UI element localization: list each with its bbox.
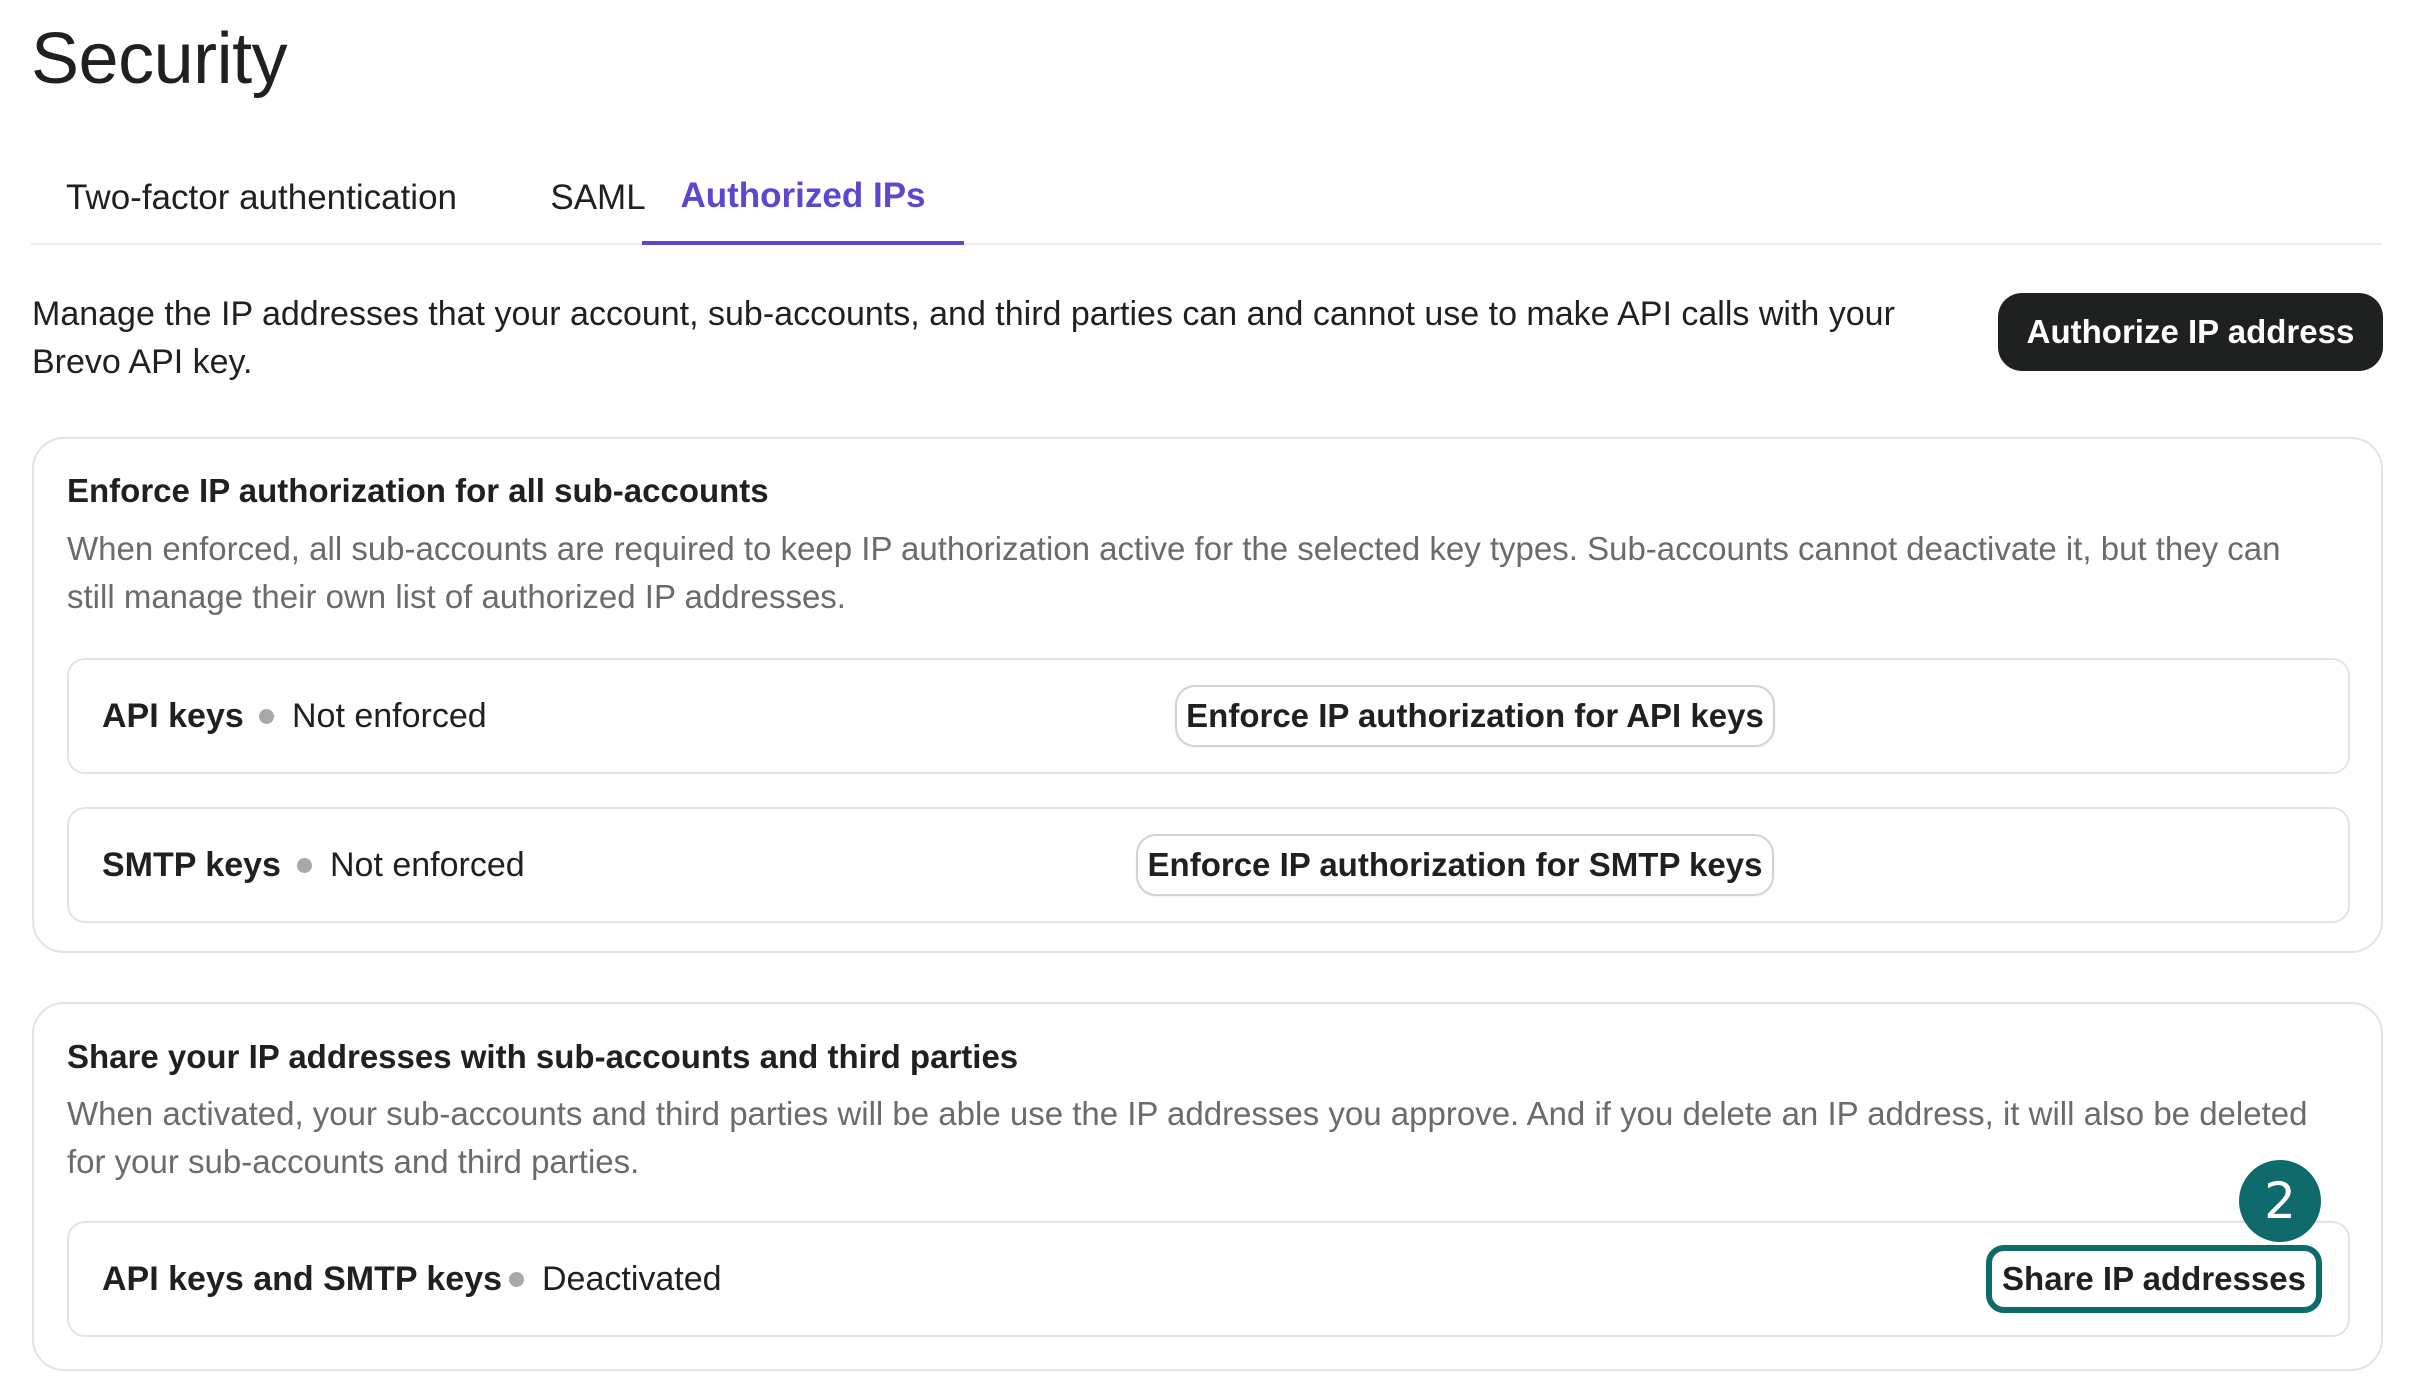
status-dot — [259, 708, 274, 724]
api-keys-status: Not enforced — [259, 660, 487, 772]
api-keys-status-text: Not enforced — [292, 696, 487, 735]
enforce-api-keys-button[interactable]: Enforce IP authorization for API keys — [1175, 685, 1775, 747]
enforce-card-title: Enforce IP authorization for all sub-acc… — [67, 472, 769, 509]
step-number-badge: 2 — [2239, 1160, 2321, 1242]
api-keys-row: API keys Not enforced Enforce IP authori… — [67, 658, 2350, 774]
security-page: Security Two-factor authentication SAML … — [0, 0, 2410, 1390]
api-keys-label: API keys — [102, 696, 244, 735]
enforce-card-description: When enforced, all sub-accounts are requ… — [67, 530, 2281, 615]
enforce-ip-authorization-card: Enforce IP authorization for all sub-acc… — [32, 437, 2383, 953]
share-card-title: Share your IP addresses with sub-account… — [67, 1038, 1019, 1075]
api-and-smtp-keys-status: Deactivated — [509, 1223, 722, 1335]
authorize-ip-address-button[interactable]: Authorize IP address — [1998, 293, 2383, 371]
share-ip-addresses-button[interactable]: Share IP addresses — [1986, 1245, 2322, 1313]
smtp-keys-status: Not enforced — [297, 809, 525, 921]
api-and-smtp-keys-row: API keys and SMTP keys Deactivated Share… — [67, 1221, 2350, 1337]
status-dot — [297, 857, 312, 873]
enforce-smtp-keys-button[interactable]: Enforce IP authorization for SMTP keys — [1136, 834, 1774, 896]
tab-two-factor-authentication[interactable]: Two-factor authentication — [31, 150, 492, 245]
security-tabs: Two-factor authentication SAML Authorize… — [31, 150, 2382, 245]
page-title: Security — [31, 19, 288, 99]
status-dot — [509, 1271, 524, 1287]
smtp-keys-status-text: Not enforced — [330, 845, 525, 884]
tab-authorized-ips[interactable]: Authorized IPs — [642, 150, 964, 245]
api-and-smtp-keys-status-text: Deactivated — [542, 1259, 722, 1298]
share-ip-addresses-card: Share your IP addresses with sub-account… — [32, 1002, 2383, 1371]
intro-description: Manage the IP addresses that your accoun… — [32, 295, 1895, 381]
smtp-keys-row: SMTP keys Not enforced Enforce IP author… — [67, 807, 2350, 923]
api-and-smtp-keys-label: API keys and SMTP keys — [102, 1259, 503, 1298]
smtp-keys-label: SMTP keys — [102, 845, 281, 884]
share-card-description: When activated, your sub-accounts and th… — [67, 1095, 2308, 1180]
